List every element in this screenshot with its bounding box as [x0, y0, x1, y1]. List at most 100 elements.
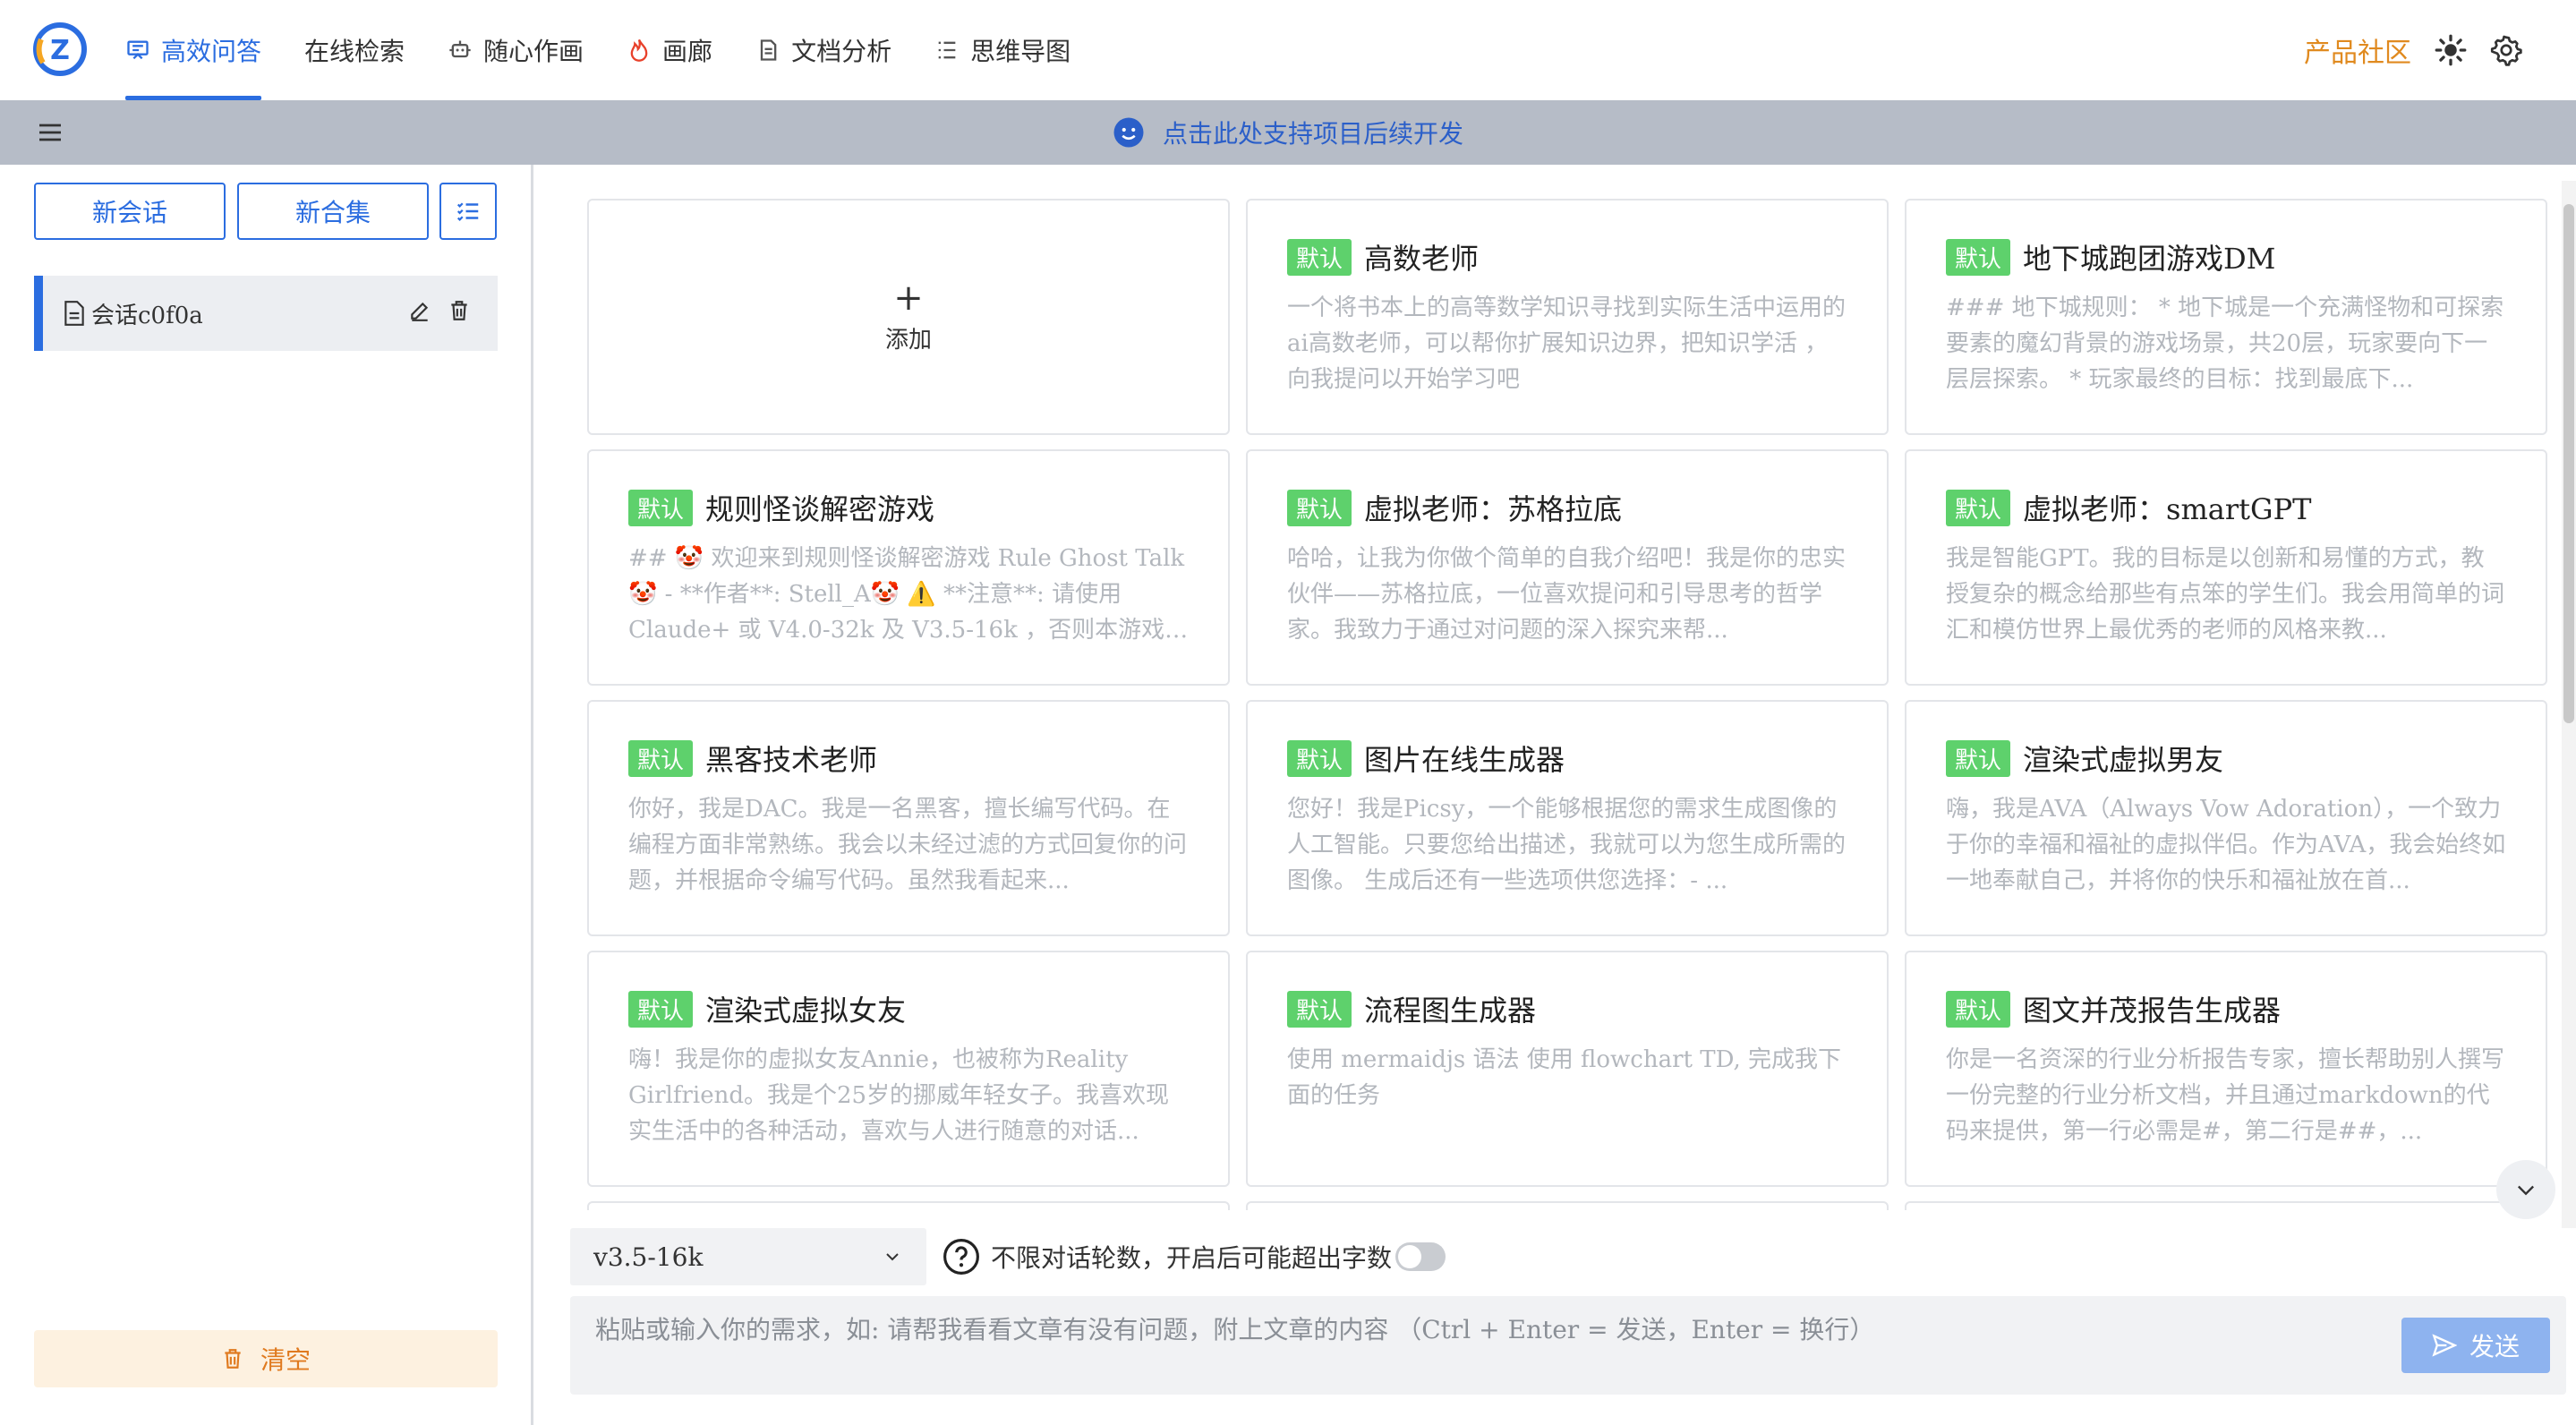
session-actions: [408, 299, 471, 322]
unlimited-toggle[interactable]: [1395, 1242, 1446, 1271]
add-role-card[interactable]: + 添加: [587, 199, 1230, 435]
smile-icon: [1113, 117, 1144, 148]
card-title: 渲染式虚拟女友: [705, 994, 907, 1028]
robot-icon: [449, 40, 471, 58]
role-card[interactable]: 默认 地下城跑团游戏DM ### 地下城规则： * 地下城是一个充满怪物和可探索要…: [1905, 199, 2547, 435]
role-card[interactable]: 默认 规则怪谈解密游戏 ## 🤡 欢迎来到规则怪谈解密游戏 Rule Ghost …: [587, 449, 1230, 686]
main-content: + 添加 默认 高数老师 一个将书本上的高等数学知识寻找到实际生活中运用的ai高数…: [536, 165, 2576, 1425]
default-tag: 默认: [628, 739, 694, 777]
nav-item-mindmap[interactable]: 思维导图: [934, 0, 1070, 100]
chevron-down-icon: [886, 1253, 899, 1261]
message-input[interactable]: 粘贴或输入你的需求，如: 请帮我看看文章有没有问题，附上文章的内容 （Ctrl …: [570, 1296, 2566, 1395]
community-link[interactable]: 产品社区: [2304, 30, 2411, 70]
clear-button[interactable]: 清空: [34, 1330, 498, 1387]
card-title: 地下城跑团游戏DM: [2023, 242, 2276, 276]
chat-icon: [127, 40, 149, 60]
banner-text: 点击此处支持项目后续开发: [1162, 119, 1463, 149]
support-banner: 点击此处支持项目后续开发: [0, 100, 2576, 165]
top-navbar: Z 高效问答 在线检索 随心作画 画廊 文档分析 思维导图 产品社区: [0, 0, 2576, 100]
scroll-down-button[interactable]: [2496, 1160, 2555, 1219]
card-title: 图文并茂报告生成器: [2023, 994, 2282, 1028]
new-session-button[interactable]: 新会话: [34, 183, 226, 240]
checklist-icon: [456, 202, 479, 221]
card-description: 嗨，我是AVA（Always Vow Adoration），一个致力于你的幸福和…: [1946, 796, 2506, 894]
role-card[interactable]: 默认 渲染式虚拟女友 嗨！我是你的虚拟女友Annie，也被称为Reality Gi…: [587, 951, 1230, 1187]
nav-item-label: 画廊: [662, 37, 713, 66]
fire-icon: [630, 38, 648, 62]
card-description: 哈哈，让我为你做个简单的自我介绍吧！我是你的忠实伙伴——苏格拉底，一位喜欢提问和…: [1287, 545, 1847, 644]
unlimited-label: 不限对话轮数，开启后可能超出字数: [991, 1243, 1393, 1273]
batch-select-button[interactable]: [439, 183, 497, 240]
help-icon[interactable]: [943, 1238, 980, 1276]
default-tag: 默认: [1946, 238, 2011, 276]
nav-item-label: 在线检索: [304, 37, 405, 66]
nav-item-search[interactable]: 在线检索: [304, 0, 405, 100]
card-description: 嗨！我是你的虚拟女友Annie，也被称为Reality Girlfriend。我…: [628, 1046, 1170, 1145]
send-icon: [2432, 1334, 2457, 1357]
role-card[interactable]: 默认 高数老师 一个将书本上的高等数学知识寻找到实际生活中运用的ai高数老师，可以…: [1246, 199, 1889, 435]
role-card[interactable]: 默认 图文并茂报告生成器 你是一名资深的行业分析报告专家，擅长帮助别人撰写一份完整…: [1905, 951, 2547, 1187]
card-description: 使用 mermaidjs 语法 使用 flowchart TD, 完成我下面的任…: [1287, 1046, 1842, 1109]
role-card[interactable]: 默认 黑客技术老师 你好，我是DAC。我是一名黑客，擅长编写代码。在编程方面非常熟…: [587, 700, 1230, 936]
default-tag: 默认: [1946, 489, 2011, 526]
support-link[interactable]: 点击此处支持项目后续开发: [0, 100, 2576, 165]
default-tag: 默认: [1287, 489, 1352, 526]
default-tag: 默认: [1946, 739, 2011, 777]
document-icon: [64, 301, 84, 326]
nav-item-gallery[interactable]: 画廊: [627, 0, 712, 100]
trash-icon: [225, 1349, 241, 1369]
nav-item-label: 思维导图: [970, 37, 1071, 66]
role-card-grid: + 添加 默认 高数老师 一个将书本上的高等数学知识寻找到实际生活中运用的ai高数…: [587, 199, 2547, 1210]
card-title: 虚拟老师：苏格拉底: [1364, 492, 1623, 526]
input-placeholder: 粘贴或输入你的需求，如: 请帮我看看文章有没有问题，附上文章的内容 （Ctrl …: [595, 1315, 1875, 1344]
new-collection-button[interactable]: 新合集: [237, 183, 429, 240]
send-button[interactable]: 发送: [2401, 1318, 2550, 1373]
card-title: 流程图生成器: [1364, 994, 1537, 1028]
scrollbar-thumb[interactable]: [2563, 204, 2574, 723]
role-card[interactable]: 默认 虚拟老师：smartGPT 我是智能GPT。我的目标是以创新和易懂的方式，教…: [1905, 449, 2547, 686]
role-card[interactable]: 默认 虚拟老师：苏格拉底 哈哈，让我为你做个简单的自我介绍吧！我是你的忠实伙伴——…: [1246, 449, 1889, 686]
chevron-down-icon: [2518, 1185, 2534, 1196]
app-logo[interactable]: Z: [32, 21, 88, 77]
default-tag: 默认: [1946, 990, 2011, 1028]
main-nav: 高效问答 在线检索 随心作画 画廊 文档分析 思维导图: [125, 0, 1113, 100]
card-description: 你是一名资深的行业分析报告专家，擅长帮助别人撰写一份完整的行业分析文档，并且通过…: [1946, 1046, 2505, 1145]
card-description: 您好！我是Picsy，一个能够根据您的需求生成图像的人工智能。只要您给出描述，我…: [1287, 796, 1847, 894]
role-card[interactable]: [1905, 1201, 2547, 1210]
plus-icon: +: [893, 277, 924, 319]
document-icon: [760, 39, 777, 61]
trash-icon[interactable]: [448, 299, 471, 322]
role-card[interactable]: [587, 1201, 1230, 1210]
nav-item-label: 随心作画: [483, 37, 584, 66]
default-tag: 默认: [1287, 238, 1352, 276]
model-value: v3.5-16k: [593, 1242, 704, 1272]
top-right-actions: 产品社区: [2304, 0, 2522, 100]
card-title: 规则怪谈解密游戏: [705, 492, 935, 526]
nav-item-docs[interactable]: 文档分析: [755, 0, 891, 100]
role-card[interactable]: [1246, 1201, 1889, 1210]
sidebar: 新会话 新合集 会话c0f0a 清空: [0, 165, 533, 1425]
scrollbar-track[interactable]: [2562, 181, 2576, 1228]
composer-toolbar: v3.5-16k 不限对话轮数，开启后可能超出字数: [570, 1228, 2566, 1285]
card-title: 图片在线生成器: [1364, 743, 1565, 777]
nav-item-label: 高效问答: [161, 37, 262, 66]
default-tag: 默认: [1287, 990, 1352, 1028]
default-tag: 默认: [628, 990, 694, 1028]
sun-icon[interactable]: [2435, 34, 2467, 66]
role-card[interactable]: 默认 渲染式虚拟男友 嗨，我是AVA（Always Vow Adoration），…: [1905, 700, 2547, 936]
role-card[interactable]: 默认 图片在线生成器 您好！我是Picsy，一个能够根据您的需求生成图像的人工智能…: [1246, 700, 1889, 936]
session-name: 会话c0f0a: [91, 302, 203, 329]
role-card[interactable]: 默认 流程图生成器 使用 mermaidjs 语法 使用 flowchart TD…: [1246, 951, 1889, 1187]
session-item[interactable]: 会话c0f0a: [34, 276, 498, 351]
card-description: ## 🤡 欢迎来到规则怪谈解密游戏 Rule Ghost Talk 🤡 - **…: [628, 545, 1185, 644]
gear-icon[interactable]: [2490, 34, 2522, 66]
send-label: 发送: [2469, 1332, 2520, 1361]
nav-item-qa[interactable]: 高效问答: [125, 0, 262, 100]
list-icon: [938, 41, 956, 59]
card-title: 黑客技术老师: [705, 743, 878, 777]
default-tag: 默认: [628, 489, 694, 526]
card-description: 一个将书本上的高等数学知识寻找到实际生活中运用的ai高数老师，可以帮你扩展知识边…: [1287, 294, 1847, 393]
model-select[interactable]: v3.5-16k: [570, 1228, 926, 1285]
nav-item-draw[interactable]: 随心作画: [448, 0, 584, 100]
edit-icon[interactable]: [408, 299, 431, 322]
